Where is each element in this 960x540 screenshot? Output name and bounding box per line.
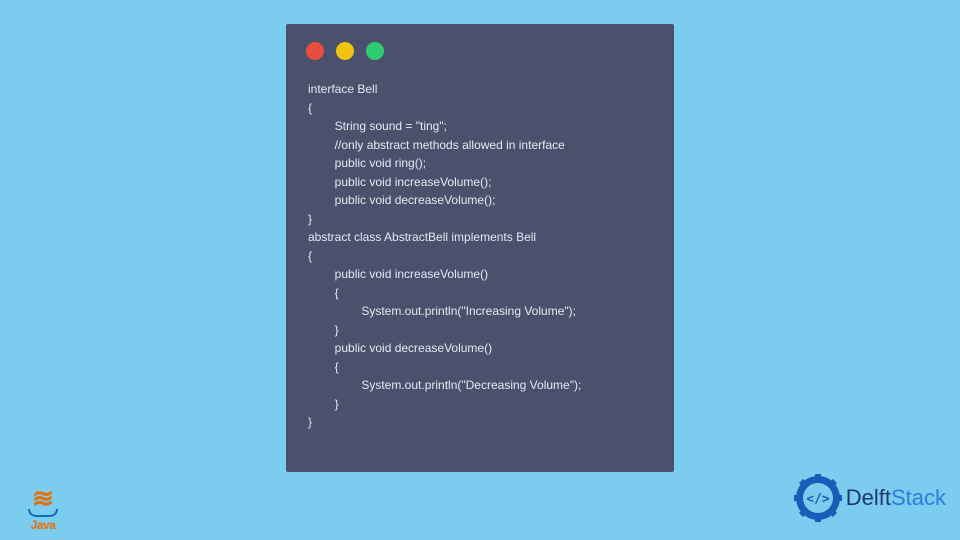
java-cup-icon (28, 509, 58, 517)
java-logo-text: Java (31, 518, 56, 532)
delft-part1: Delft (846, 485, 891, 510)
code-body: interface Bell { String sound = "ting"; … (286, 68, 674, 450)
java-logo: ≋ Java (18, 468, 68, 532)
delftstack-gear-icon: </> (794, 474, 842, 522)
window-close-dot (306, 42, 324, 60)
window-maximize-dot (366, 42, 384, 60)
window-traffic-lights (286, 24, 674, 68)
delft-part2: Stack (891, 485, 946, 510)
java-steam-icon: ≋ (32, 489, 54, 507)
code-window: interface Bell { String sound = "ting"; … (286, 24, 674, 472)
delftstack-logo-text: DelftStack (846, 485, 946, 511)
window-minimize-dot (336, 42, 354, 60)
delftstack-logo: </> DelftStack (794, 474, 946, 522)
svg-text:</>: </> (806, 492, 830, 507)
